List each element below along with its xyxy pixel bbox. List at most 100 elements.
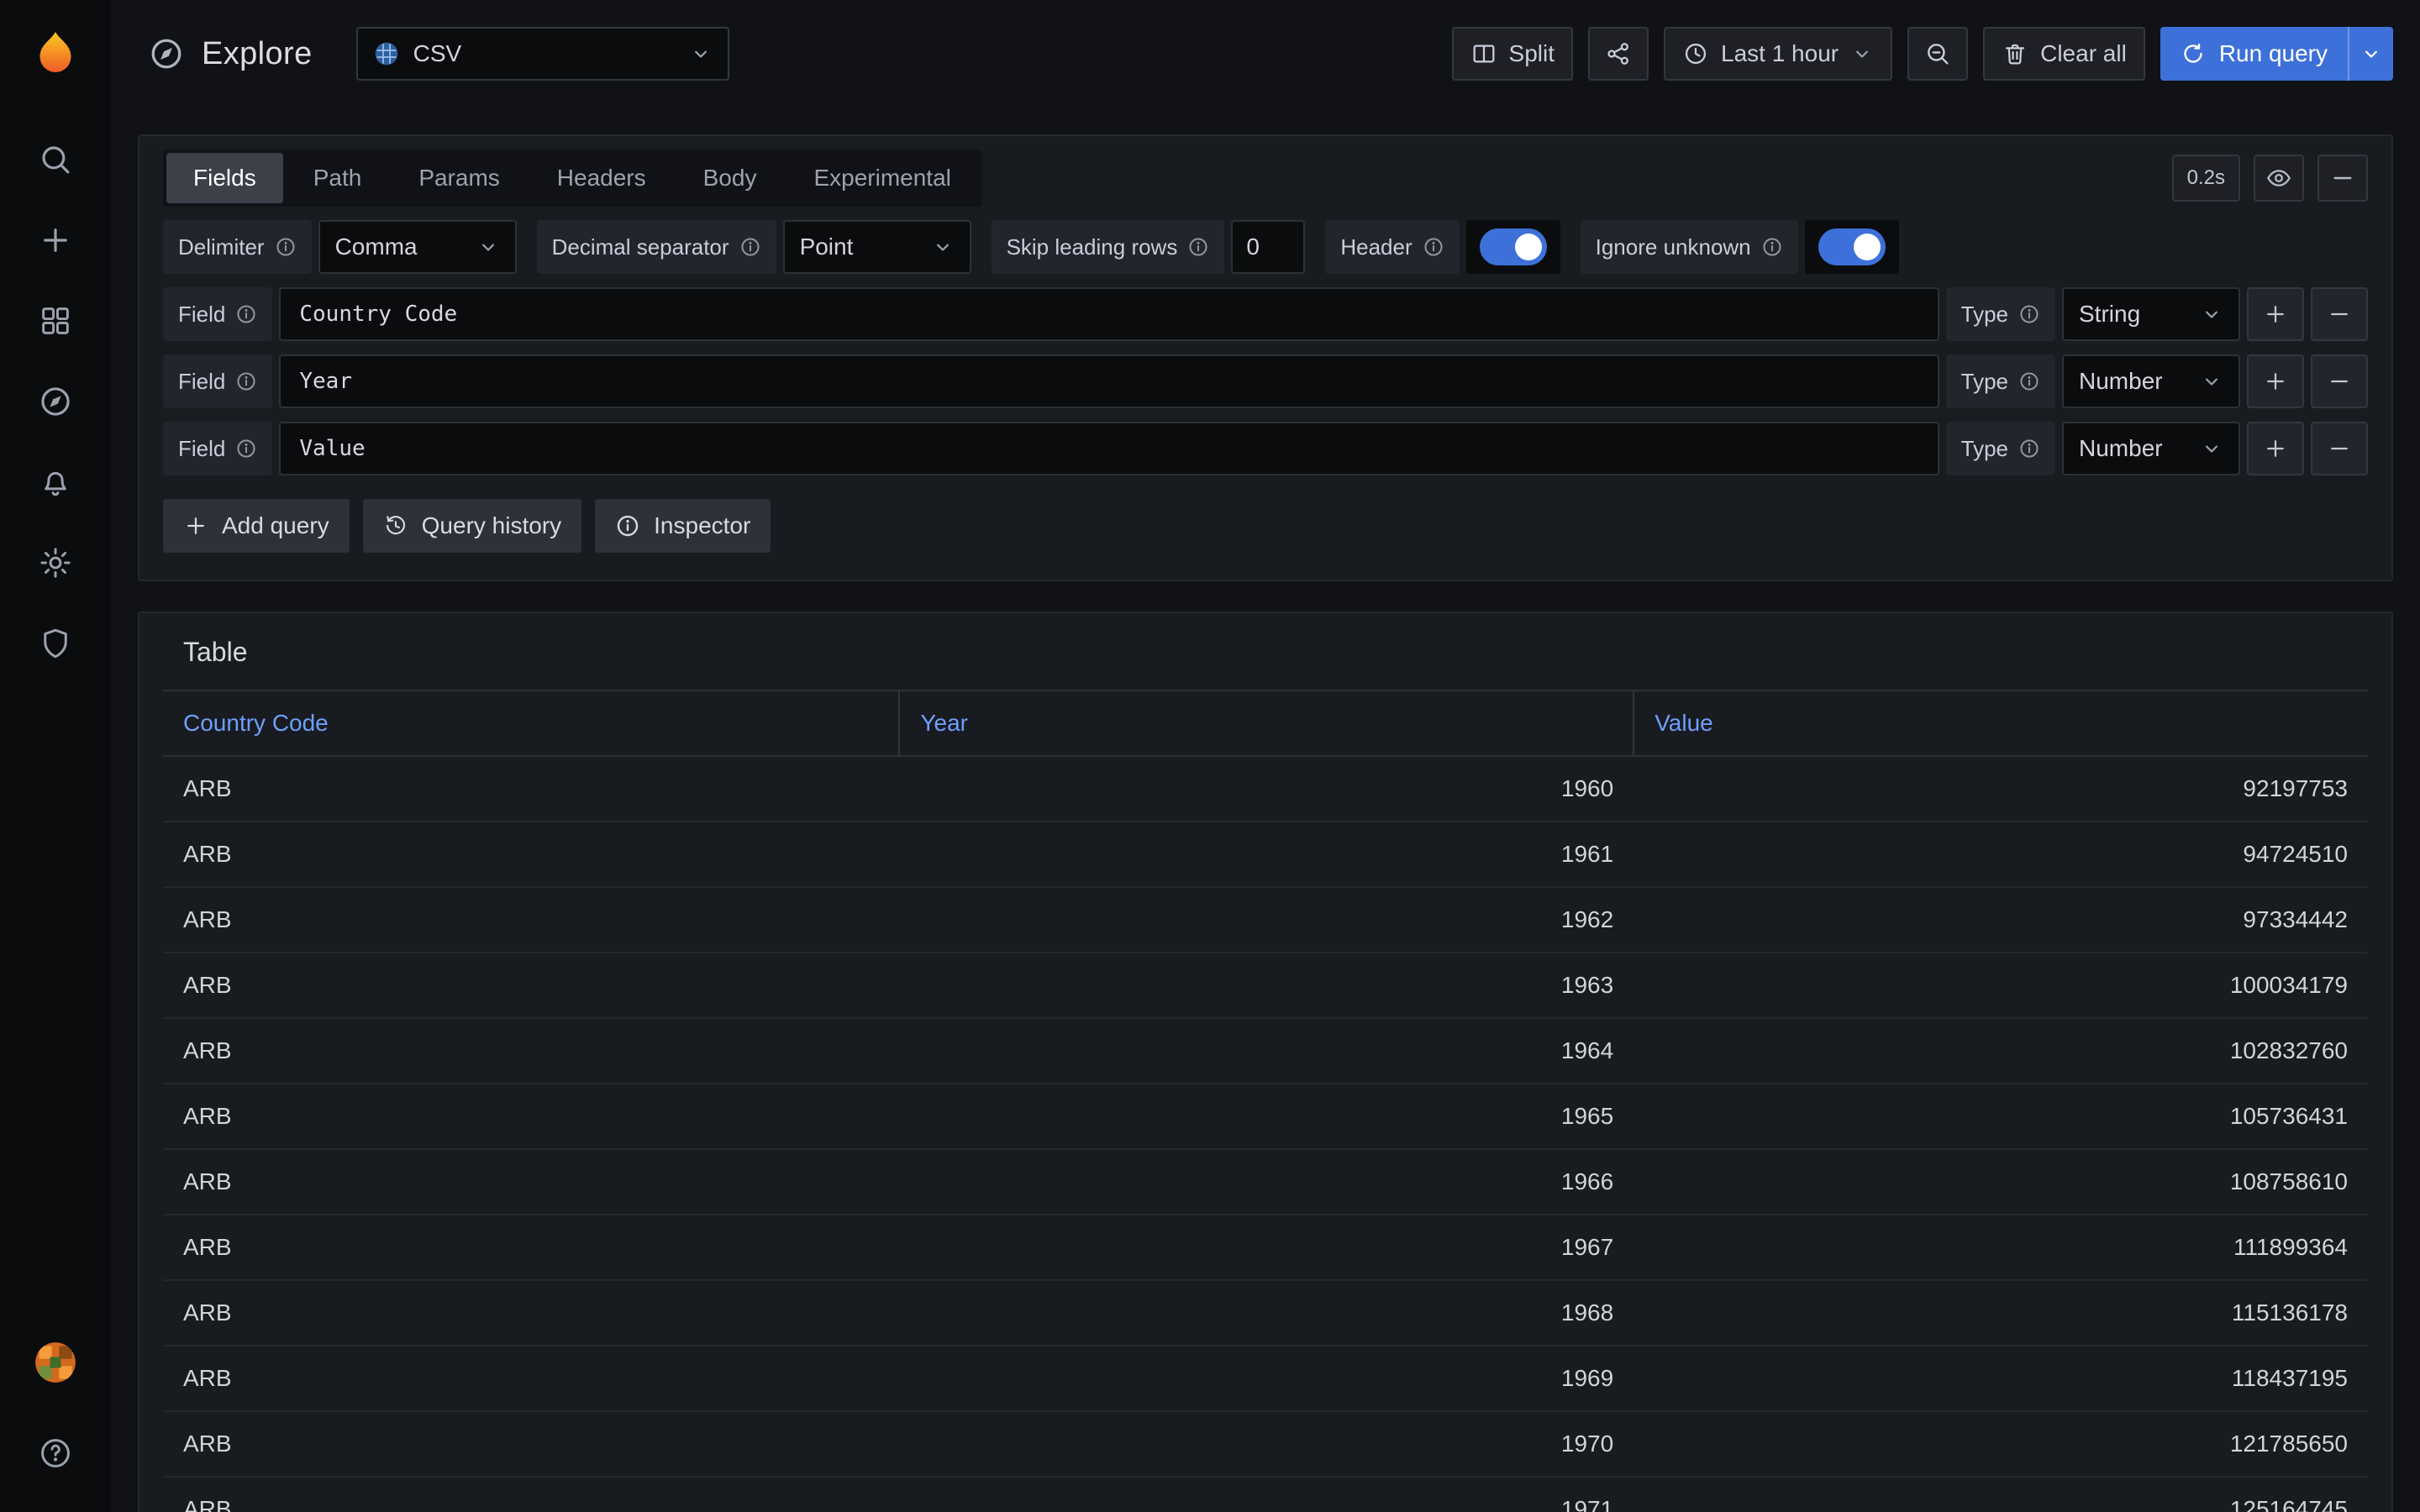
field-type-select[interactable]: Number — [2062, 354, 2240, 408]
cell-country-code: ARB — [163, 1149, 899, 1215]
create-icon[interactable] — [20, 205, 91, 276]
share-button[interactable] — [1588, 27, 1649, 81]
tab-params[interactable]: Params — [392, 153, 526, 203]
table-row[interactable]: ARB 1963 100034179 — [163, 953, 2368, 1018]
table-row[interactable]: ARB 1961 94724510 — [163, 822, 2368, 887]
plus-icon — [2263, 369, 2288, 394]
tab-path[interactable]: Path — [287, 153, 389, 203]
field-label: Field — [163, 287, 272, 341]
field-type-select[interactable]: String — [2062, 287, 2240, 341]
tab-headers[interactable]: Headers — [530, 153, 673, 203]
inspector-button[interactable]: Inspector — [595, 499, 771, 553]
decimal-separator-select[interactable]: Point — [783, 220, 971, 274]
search-icon[interactable] — [20, 124, 91, 195]
remove-field-button[interactable] — [2311, 354, 2368, 408]
plus-icon — [2263, 436, 2288, 461]
datasource-picker[interactable]: CSV — [356, 27, 729, 81]
time-range-picker[interactable]: Last 1 hour — [1664, 27, 1892, 81]
clear-all-button[interactable]: Clear all — [1983, 27, 2145, 81]
tab-body[interactable]: Body — [676, 153, 784, 203]
field-name-input[interactable] — [279, 354, 1939, 408]
explore-icon[interactable] — [20, 366, 91, 437]
dashboards-icon[interactable] — [20, 286, 91, 356]
minus-icon — [2327, 369, 2352, 394]
column-header-year[interactable]: Year — [899, 690, 1634, 756]
table-row[interactable]: ARB 1965 105736431 — [163, 1084, 2368, 1149]
column-header-country-code[interactable]: Country Code — [163, 690, 899, 756]
tab-experimental[interactable]: Experimental — [786, 153, 977, 203]
field-type-select[interactable]: Number — [2062, 422, 2240, 475]
skip-leading-rows-label: Skip leading rows — [992, 220, 1225, 274]
table-row[interactable]: ARB 1967 111899364 — [163, 1215, 2368, 1280]
query-actions: Add query Query history Inspector — [163, 499, 2368, 553]
columns-icon — [1470, 40, 1497, 67]
field-name-input[interactable] — [279, 287, 1939, 341]
column-header-value[interactable]: Value — [1634, 690, 2368, 756]
header-toggle[interactable] — [1466, 220, 1560, 274]
type-label: Type — [1946, 287, 2055, 341]
info-icon — [1423, 236, 1444, 258]
cell-year: 1960 — [899, 756, 1634, 822]
server-admin-icon[interactable] — [20, 608, 91, 679]
cell-country-code: ARB — [163, 1411, 899, 1477]
datasource-value: CSV — [413, 40, 462, 67]
add-field-button[interactable] — [2247, 354, 2304, 408]
cell-value: 102832760 — [1634, 1018, 2368, 1084]
delimiter-select[interactable]: Comma — [318, 220, 517, 274]
table-row[interactable]: ARB 1971 125164745 — [163, 1477, 2368, 1512]
alerting-icon[interactable] — [20, 447, 91, 517]
cell-year: 1966 — [899, 1149, 1634, 1215]
table-row[interactable]: ARB 1966 108758610 — [163, 1149, 2368, 1215]
cell-year: 1970 — [899, 1411, 1634, 1477]
cell-year: 1964 — [899, 1018, 1634, 1084]
toggle-switch — [1818, 228, 1886, 265]
table-row[interactable]: ARB 1960 92197753 — [163, 756, 2368, 822]
configuration-icon[interactable] — [20, 528, 91, 598]
field-name-input[interactable] — [279, 422, 1939, 475]
help-icon[interactable] — [20, 1418, 91, 1488]
run-query-button[interactable]: Run query — [2160, 27, 2393, 81]
field-rows: Field Type String Field Type Number — [163, 287, 2368, 475]
add-field-button[interactable] — [2247, 287, 2304, 341]
minus-icon — [2329, 165, 2356, 192]
cell-value: 94724510 — [1634, 822, 2368, 887]
table-row[interactable]: ARB 1970 121785650 — [163, 1411, 2368, 1477]
table-row[interactable]: ARB 1962 97334442 — [163, 887, 2368, 953]
user-avatar[interactable] — [20, 1327, 91, 1398]
run-query-dropdown[interactable] — [2348, 27, 2393, 81]
table-row[interactable]: ARB 1969 118437195 — [163, 1346, 2368, 1411]
cell-country-code: ARB — [163, 1477, 899, 1512]
split-button[interactable]: Split — [1452, 27, 1573, 81]
csv-options-row: Delimiter Comma Decimal separator — [163, 220, 2368, 274]
table-row[interactable]: ARB 1964 102832760 — [163, 1018, 2368, 1084]
query-history-button[interactable]: Query history — [363, 499, 582, 553]
toggle-switch — [1480, 228, 1547, 265]
add-query-button[interactable]: Add query — [163, 499, 350, 553]
info-icon — [1761, 236, 1783, 258]
share-icon — [1605, 40, 1632, 67]
cell-country-code: ARB — [163, 1018, 899, 1084]
minus-icon — [2327, 302, 2352, 327]
chevron-down-icon — [931, 235, 955, 259]
page-title: Explore — [202, 36, 313, 72]
skip-leading-rows-input[interactable] — [1231, 220, 1305, 274]
cell-value: 118437195 — [1634, 1346, 2368, 1411]
ignore-unknown-toggle[interactable] — [1805, 220, 1899, 274]
cell-country-code: ARB — [163, 822, 899, 887]
table-header-row: Country Code Year Value — [163, 690, 2368, 756]
grafana-logo[interactable] — [22, 20, 89, 87]
cell-value: 105736431 — [1634, 1084, 2368, 1149]
remove-field-button[interactable] — [2311, 287, 2368, 341]
table-row[interactable]: ARB 1968 115136178 — [163, 1280, 2368, 1346]
collapse-query-button[interactable] — [2317, 155, 2368, 202]
preview-toggle-button[interactable] — [2254, 155, 2304, 202]
add-field-button[interactable] — [2247, 422, 2304, 475]
cell-country-code: ARB — [163, 1215, 899, 1280]
cell-country-code: ARB — [163, 1084, 899, 1149]
cell-year: 1969 — [899, 1346, 1634, 1411]
tab-fields[interactable]: Fields — [166, 153, 283, 203]
zoom-out-button[interactable] — [1907, 27, 1968, 81]
cell-country-code: ARB — [163, 756, 899, 822]
type-label: Type — [1946, 422, 2055, 475]
remove-field-button[interactable] — [2311, 422, 2368, 475]
